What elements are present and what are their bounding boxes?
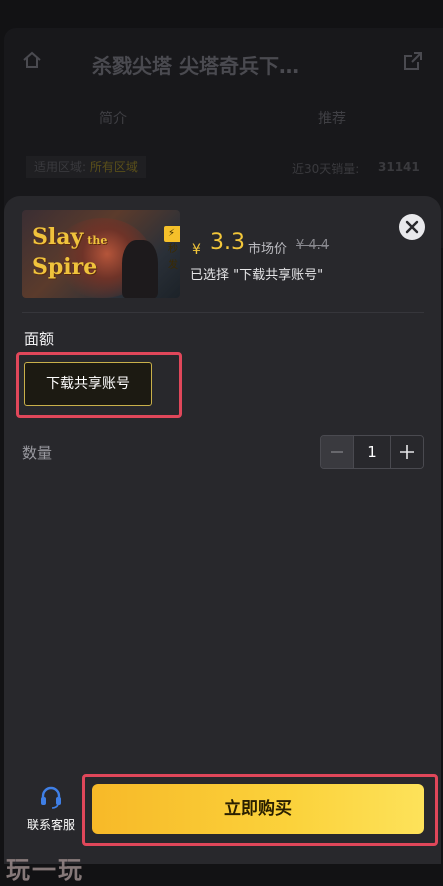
share-icon[interactable] [402,50,424,72]
price-value: 3.3 [210,230,245,255]
quantity-value[interactable]: 1 [353,436,391,468]
close-button[interactable] [399,214,425,240]
close-icon [405,220,419,234]
home-icon[interactable] [22,50,42,70]
market-price-label: 市场价 [248,242,288,257]
cover-logo-the: the [87,234,108,247]
tab-bar: 简介 推荐 [4,100,443,134]
page-title: 杀戮尖塔 尖塔奇兵下… [92,54,299,78]
watermark-logo: 玩一玩 [6,856,84,884]
option-download-shared-account[interactable]: 下载共享账号 [24,362,152,406]
region-tag: 适用区域: 所有区域 [26,156,146,178]
top-bar: 杀戮尖塔 尖塔奇兵下… [4,28,443,94]
sales-value: 31141 [378,160,420,174]
customer-service-button[interactable]: 联系客服 [18,784,84,833]
quantity-stepper: 1 [320,435,424,469]
plus-icon [400,445,414,459]
info-row: 适用区域: 所有区域 近30天销量: 31141 [22,152,422,182]
sales-label: 近30天销量: [292,162,360,176]
quantity-label: 数量 [22,444,53,462]
region-label: 适用区域: [34,160,87,174]
headset-icon [41,786,61,809]
cover-logo: Slay the Spire [32,224,107,280]
instant-delivery-badge: ⚡秒发 [164,226,180,271]
selected-option-text: 已选择 "下载共享账号" [190,268,324,283]
denomination-label: 面额 [24,330,55,348]
market-price-value: ¥ 4.4 [296,238,330,253]
product-cover-image: Slay the Spire ⚡秒发 [22,210,180,298]
badge-label: 秒发 [168,244,178,271]
cover-figure [122,240,158,298]
divider [22,312,424,313]
decrement-button[interactable] [321,436,353,468]
purchase-sheet: Slay the Spire ⚡秒发 ¥ 3.3 市场价 ¥ 4.4 已选择 "下… [4,196,441,864]
cover-logo-top: Slay [32,224,84,250]
tab-recommend[interactable]: 推荐 [318,108,346,128]
customer-service-label: 联系客服 [26,818,75,832]
minus-icon [331,451,343,453]
cover-logo-bottom: Spire [32,254,98,280]
increment-button[interactable] [391,436,423,468]
price-currency: ¥ [192,242,201,258]
tab-intro[interactable]: 简介 [99,108,127,128]
region-value: 所有区域 [89,160,138,174]
buy-now-button[interactable]: 立即购买 [92,784,424,834]
